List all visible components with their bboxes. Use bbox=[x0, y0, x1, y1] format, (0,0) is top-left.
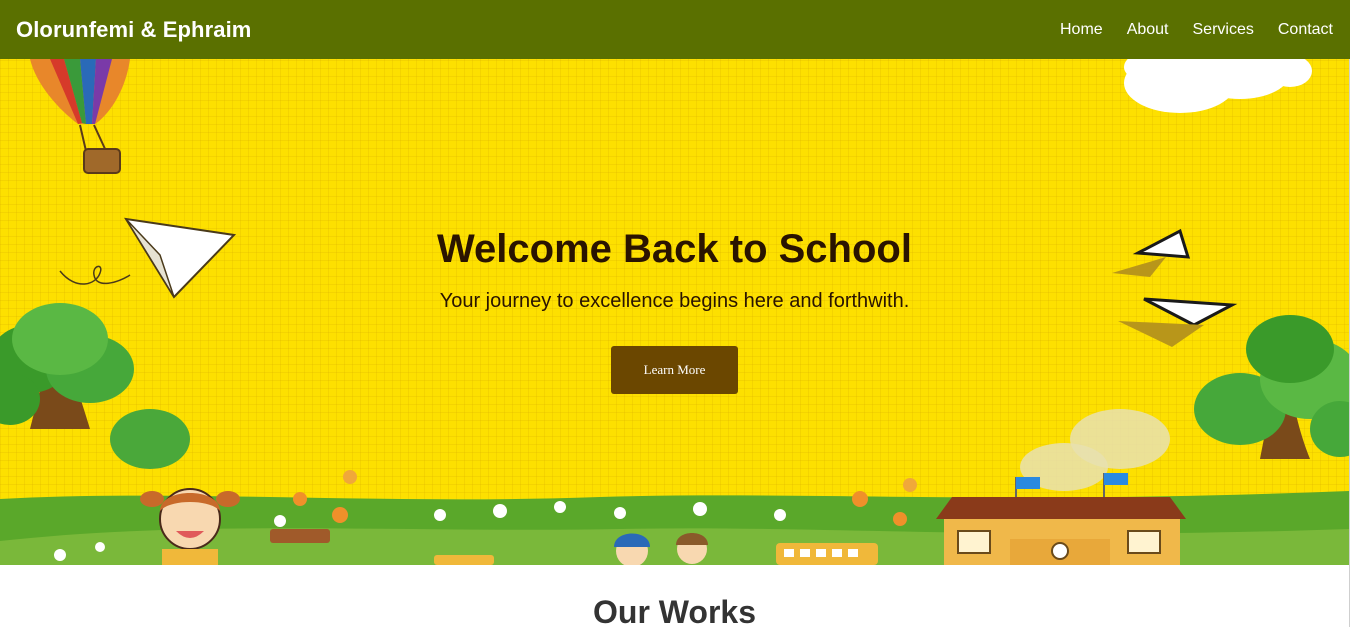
our-works-heading: Our Works bbox=[593, 594, 756, 630]
nav-link-contact[interactable]: Contact bbox=[1278, 21, 1333, 39]
top-navbar: Olorunfemi & Ephraim Home About Services… bbox=[0, 0, 1350, 59]
nav-links: Home About Services Contact bbox=[1060, 21, 1333, 39]
hero-subtitle: Your journey to excellence begins here a… bbox=[439, 290, 910, 312]
site-brand[interactable]: Olorunfemi & Ephraim bbox=[16, 17, 251, 43]
nav-link-services[interactable]: Services bbox=[1193, 21, 1254, 39]
hero-content: Welcome Back to School Your journey to e… bbox=[0, 59, 1349, 565]
learn-more-button[interactable]: Learn More bbox=[611, 346, 738, 394]
nav-link-home[interactable]: Home bbox=[1060, 21, 1103, 39]
nav-link-about[interactable]: About bbox=[1127, 21, 1169, 39]
hero-section: Welcome Back to School Your journey to e… bbox=[0, 59, 1349, 565]
hero-title: Welcome Back to School bbox=[437, 227, 912, 271]
